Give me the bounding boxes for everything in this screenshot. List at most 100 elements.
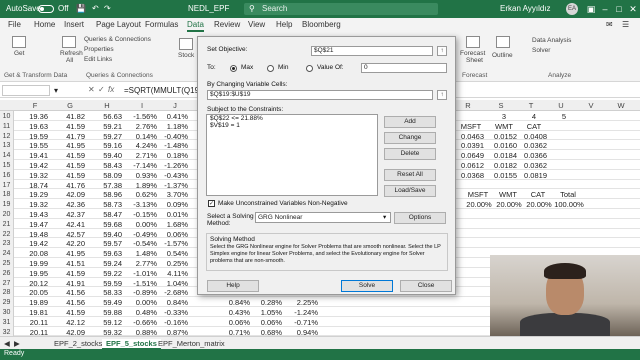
change-button[interactable]: Change bbox=[384, 132, 436, 144]
forecast-label[interactable]: Forecast bbox=[460, 50, 485, 57]
sheet-nav-next-icon[interactable]: ▶ bbox=[14, 339, 20, 348]
tab-bloomberg[interactable]: Bloomberg bbox=[302, 20, 341, 29]
maximize-icon[interactable]: □ bbox=[612, 2, 626, 16]
comments-icon[interactable]: ☰ bbox=[622, 20, 629, 29]
col-header-u[interactable]: U bbox=[548, 101, 574, 110]
by-changing-ref-icon[interactable]: ↑ bbox=[437, 90, 447, 100]
ribbon-display-icon[interactable]: ▣ bbox=[584, 2, 598, 16]
set-objective-field[interactable]: $Q$21 bbox=[311, 46, 433, 56]
cell[interactable]: 20.00% bbox=[493, 199, 525, 210]
share-icon[interactable]: ✉ bbox=[606, 20, 613, 29]
max-radio[interactable] bbox=[230, 65, 237, 72]
refresh-icon[interactable] bbox=[62, 36, 76, 48]
fx-label[interactable]: fx bbox=[108, 85, 114, 94]
cell[interactable]: 0.0155 bbox=[491, 170, 517, 181]
data-analysis-button[interactable]: Data Analysis bbox=[532, 37, 571, 44]
avatar[interactable]: EA bbox=[566, 3, 578, 15]
col-header-g[interactable]: G bbox=[55, 101, 85, 110]
min-radio[interactable] bbox=[267, 65, 274, 72]
tab-help[interactable]: Help bbox=[276, 20, 292, 29]
sheet-tab-epf-2-stocks[interactable]: EPF_2_stocks bbox=[54, 339, 102, 348]
col-header-s[interactable]: S bbox=[488, 101, 514, 110]
sheet-tab-epf-merton-matrix[interactable]: EPF_Merton_matrix bbox=[158, 339, 225, 348]
solver-button[interactable]: Solver bbox=[532, 47, 550, 54]
col-header-h[interactable]: H bbox=[92, 101, 122, 110]
forecast-sub-label[interactable]: Sheet bbox=[466, 57, 483, 64]
value-of-field[interactable]: 0 bbox=[361, 63, 447, 73]
constraint-item[interactable]: $V$19 = 1 bbox=[207, 122, 377, 129]
cancel-icon[interactable]: ✕ bbox=[88, 85, 95, 94]
delete-button[interactable]: Delete bbox=[384, 148, 436, 160]
reset-all-button[interactable]: Reset All bbox=[384, 169, 436, 181]
load-save-button[interactable]: Load/Save bbox=[384, 185, 436, 197]
outline-label[interactable]: Outline bbox=[492, 52, 513, 59]
autosave-state: Off bbox=[58, 4, 69, 13]
search-placeholder: Search bbox=[262, 4, 288, 13]
refresh-sub-label[interactable]: All bbox=[66, 57, 73, 64]
minimize-icon[interactable]: – bbox=[598, 2, 612, 16]
stocks-icon[interactable] bbox=[179, 38, 193, 50]
col-header-t[interactable]: T bbox=[518, 101, 544, 110]
min-label[interactable]: Min bbox=[278, 64, 288, 71]
tab-home[interactable]: Home bbox=[34, 20, 55, 29]
add-button[interactable]: Add bbox=[384, 116, 436, 128]
solve-button[interactable]: Solve bbox=[341, 280, 393, 292]
stocks-label[interactable]: Stock bbox=[178, 52, 194, 59]
by-changing-field[interactable]: $Q$19:$U$19 bbox=[207, 90, 433, 100]
name-box[interactable] bbox=[2, 85, 50, 96]
method-dropdown-icon[interactable]: ▾ bbox=[383, 213, 386, 221]
undo-icon[interactable]: ↶ bbox=[92, 4, 99, 13]
autosave-toggle[interactable] bbox=[38, 5, 54, 13]
col-header-f[interactable]: F bbox=[20, 101, 50, 110]
help-button[interactable]: Help bbox=[207, 280, 259, 292]
search-box[interactable]: ⚲ Search bbox=[244, 3, 438, 15]
col-header-r[interactable]: R bbox=[455, 101, 481, 110]
redo-icon[interactable]: ↷ bbox=[104, 4, 111, 13]
col-header-w[interactable]: W bbox=[608, 101, 634, 110]
constraints-list[interactable]: $Q$22 <= 21.88% $V$19 = 1 bbox=[206, 114, 378, 196]
constraint-item[interactable]: $Q$22 <= 21.88% bbox=[207, 115, 377, 122]
col-header-i[interactable]: I bbox=[127, 101, 157, 110]
tab-insert[interactable]: Insert bbox=[64, 20, 84, 29]
value-of-radio[interactable] bbox=[306, 65, 313, 72]
col-header-v[interactable]: V bbox=[578, 101, 604, 110]
queries-connections-button[interactable]: Queries & Connections bbox=[84, 36, 151, 43]
cell[interactable]: 5 bbox=[551, 111, 577, 122]
get-data-label[interactable]: Get bbox=[14, 50, 24, 57]
cell[interactable]: 0.0368 bbox=[458, 170, 484, 181]
cell[interactable]: 0.0819 bbox=[521, 170, 547, 181]
name-box-dropdown-icon[interactable]: ▾ bbox=[54, 86, 58, 95]
forecast-icon[interactable] bbox=[466, 36, 480, 48]
max-label[interactable]: Max bbox=[241, 64, 253, 71]
close-button[interactable]: Close bbox=[400, 280, 452, 292]
get-data-icon[interactable] bbox=[12, 36, 26, 48]
set-objective-ref-icon[interactable]: ↑ bbox=[437, 46, 447, 56]
tab-page-layout[interactable]: Page Layout bbox=[96, 20, 141, 29]
col-header-j[interactable]: J bbox=[160, 101, 190, 110]
method-select[interactable]: GRG Nonlinear bbox=[255, 212, 391, 223]
edit-links-button[interactable]: Edit Links bbox=[84, 56, 112, 63]
unconstrained-label[interactable]: Make Unconstrained Variables Non-Negativ… bbox=[218, 200, 348, 207]
close-icon[interactable]: ✕ bbox=[626, 2, 640, 16]
cell[interactable]: 20.00% bbox=[463, 199, 495, 210]
tab-file[interactable]: File bbox=[8, 20, 21, 29]
tab-view[interactable]: View bbox=[248, 20, 265, 29]
menu-bar: File Home Insert Page Layout Formulas Da… bbox=[0, 18, 640, 32]
formula-input[interactable]: =SQRT(MMULT(Q19:L bbox=[124, 86, 206, 95]
options-button[interactable]: Options bbox=[394, 212, 446, 224]
tab-review[interactable]: Review bbox=[214, 20, 240, 29]
cell[interactable]: 100.00% bbox=[553, 199, 585, 210]
to-label: To: bbox=[207, 64, 216, 71]
tab-formulas[interactable]: Formulas bbox=[145, 20, 178, 29]
tab-data[interactable]: Data bbox=[187, 20, 204, 32]
value-of-label[interactable]: Value Of: bbox=[317, 64, 344, 71]
enter-icon[interactable]: ✓ bbox=[98, 85, 105, 94]
outline-icon[interactable] bbox=[496, 36, 510, 48]
save-icon[interactable]: 💾 bbox=[76, 4, 86, 13]
refresh-label[interactable]: Refresh bbox=[60, 50, 83, 57]
cell[interactable]: 20.00% bbox=[523, 199, 555, 210]
sheet-nav-prev-icon[interactable]: ◀ bbox=[4, 339, 10, 348]
unconstrained-checkbox[interactable]: ✓ bbox=[208, 200, 215, 207]
properties-button[interactable]: Properties bbox=[84, 46, 114, 53]
person-hair bbox=[544, 263, 586, 279]
